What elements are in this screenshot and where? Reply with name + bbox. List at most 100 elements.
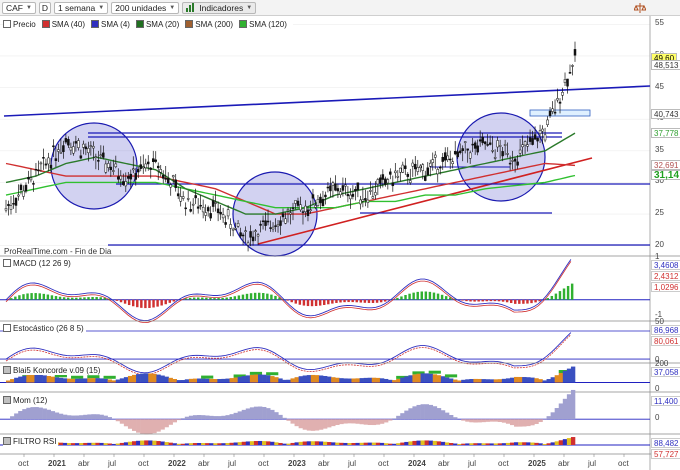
histogram-bar (335, 299, 338, 303)
rsi-bar (213, 443, 218, 445)
candle-body (39, 162, 43, 165)
momentum-bar (87, 414, 92, 420)
momentum-bar (440, 410, 446, 420)
koncorde-bar (444, 377, 450, 383)
ticker-selector[interactable]: CAF ▼ (2, 1, 36, 14)
momentum-bar (229, 414, 234, 420)
chart-area[interactable] (0, 16, 680, 470)
candle-body (556, 98, 559, 101)
momentum-bar (168, 419, 173, 425)
koncorde-bar (306, 375, 312, 383)
candle-body (384, 178, 387, 185)
koncorde-bar (50, 376, 56, 383)
histogram-bar (481, 299, 484, 302)
koncorde-bar (412, 374, 417, 383)
rsi-bar (111, 443, 117, 445)
momentum-bar (477, 419, 482, 423)
koncorde-bar (355, 378, 360, 383)
scale-icon[interactable] (634, 2, 646, 14)
candle-body (27, 177, 30, 180)
rsi-bar (282, 443, 287, 445)
histogram-bar (416, 291, 419, 300)
histogram-bar (485, 299, 489, 302)
candle-body (231, 228, 235, 231)
histogram-bar (192, 297, 196, 300)
momentum-bar (554, 408, 560, 420)
histogram-bar (144, 299, 147, 309)
time-tick-label: abr (78, 459, 90, 468)
units-selector[interactable]: 200 unidades ▼ (111, 1, 180, 14)
momentum-bar (83, 414, 88, 420)
candle-body (566, 78, 569, 87)
momentum-bar (318, 419, 324, 430)
legend-item: SMA (20) (135, 20, 179, 29)
rsi-bar (262, 441, 267, 445)
candle-body (29, 177, 33, 181)
momentum-bar (420, 404, 425, 420)
candle-body (89, 145, 93, 147)
candle-body (281, 213, 285, 218)
candle-body (523, 141, 527, 146)
candle-body (406, 173, 410, 177)
rsi-bar (359, 442, 364, 445)
candle-body (346, 194, 350, 197)
candle-body (381, 174, 385, 180)
histogram-bar (310, 299, 314, 307)
candle-body (166, 178, 170, 184)
price-tick-label: 20 (655, 239, 664, 249)
koncorde-bar (408, 375, 413, 383)
candle-body (561, 91, 564, 96)
rsi-bar (331, 442, 336, 445)
histogram-bar (257, 292, 261, 300)
momentum-bar (546, 416, 551, 420)
candle-body (521, 144, 524, 148)
momentum-bar (509, 419, 515, 426)
histogram-bar (58, 296, 62, 300)
rsi-bar (432, 440, 438, 445)
candle-body (209, 213, 212, 219)
histogram-bar (509, 299, 513, 304)
candle-body (433, 154, 437, 158)
momentum-bar (314, 419, 320, 431)
time-tick-label: 2022 (168, 459, 186, 468)
momentum-bar (75, 415, 80, 420)
candle-body (528, 137, 532, 142)
rsi-bar (453, 443, 458, 445)
momentum-bar (396, 415, 401, 420)
histogram-bar (428, 291, 432, 300)
histogram-bar (314, 299, 318, 307)
time-tick-label: 2023 (288, 459, 306, 468)
candle-body (199, 204, 202, 207)
histogram-bar (331, 299, 334, 304)
histogram-bar (298, 299, 302, 305)
candle-body (306, 209, 310, 216)
koncorde-bar (209, 378, 214, 383)
momentum-bar (156, 419, 161, 432)
mode-button[interactable]: D (38, 1, 51, 14)
candle-body (67, 139, 70, 146)
candle-body (394, 170, 397, 174)
histogram-bar (323, 299, 326, 305)
rsi-bar (318, 441, 324, 445)
histogram-bar (522, 299, 525, 304)
sub-panels (0, 255, 680, 457)
candle-body (551, 108, 554, 112)
momentum-bar (46, 409, 52, 420)
candle-body (234, 228, 237, 230)
rsi-bar (286, 443, 291, 445)
histogram-bar (213, 298, 216, 300)
candle-body (266, 220, 270, 223)
candle-body (503, 144, 507, 146)
candle-body (506, 153, 509, 155)
histogram-bar (404, 295, 407, 300)
rsi-bar (91, 442, 96, 445)
momentum-bar (201, 415, 206, 420)
indicators-button[interactable]: Indicadores ▼ (182, 1, 257, 14)
histogram-bar (123, 299, 127, 304)
candle-body (107, 163, 110, 168)
histogram-bar (26, 293, 29, 300)
candle-body (132, 168, 135, 171)
candle-body (366, 199, 370, 203)
histogram-bar (318, 299, 322, 306)
period-selector[interactable]: 1 semana ▼ (53, 1, 109, 14)
